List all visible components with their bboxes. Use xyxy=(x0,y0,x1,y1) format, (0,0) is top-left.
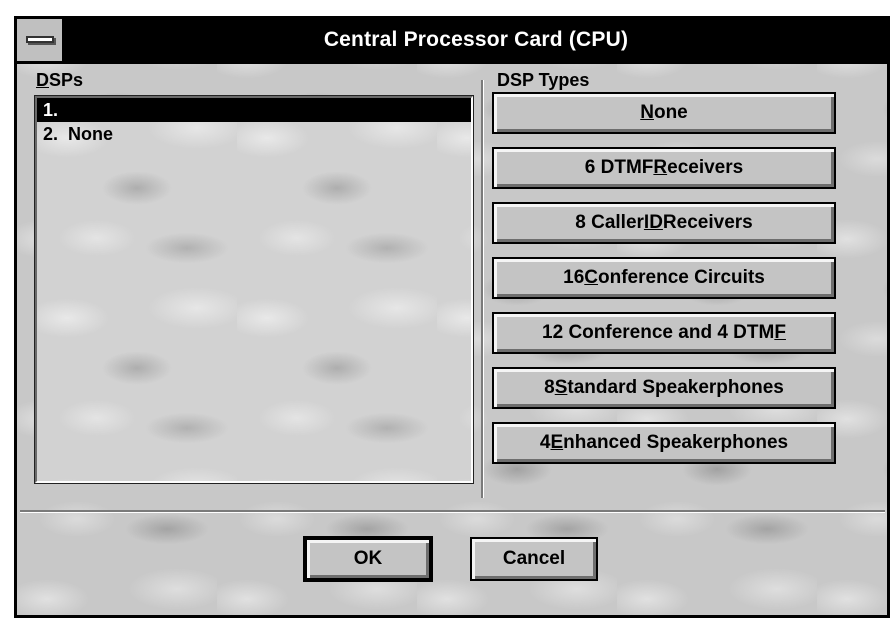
button-text: 6 DTMF xyxy=(584,157,654,178)
button-accel: C xyxy=(584,267,599,288)
button-text: 8 xyxy=(544,377,555,398)
system-menu-icon xyxy=(26,36,54,43)
horizontal-divider xyxy=(20,510,885,513)
system-menu-button[interactable] xyxy=(17,19,65,61)
button-accel: E xyxy=(550,432,564,453)
window-title: Central Processor Card (CPU) xyxy=(323,28,629,51)
title-bar: Central Processor Card (CPU) xyxy=(17,19,887,64)
cancel-button[interactable]: Cancel xyxy=(470,537,598,581)
vertical-divider xyxy=(481,80,484,498)
dsps-label-rest: SPs xyxy=(49,70,84,90)
dsps-label: DSPs xyxy=(36,70,83,91)
dsp-type-conference-dtmf-button[interactable]: 12 Conference and 4 DTM F xyxy=(492,312,836,354)
button-accel: F xyxy=(774,322,786,343)
button-accel: N xyxy=(640,102,654,123)
button-text: 4 xyxy=(539,432,551,453)
dsp-type-conference-circuits-button[interactable]: 16 Conference Circuits xyxy=(492,257,836,299)
dsp-type-none-button[interactable]: None xyxy=(492,92,836,134)
ok-button[interactable]: OK xyxy=(303,536,433,582)
button-text: Receivers xyxy=(662,212,753,233)
dsp-type-dtmf-receivers-button[interactable]: 6 DTMF Receivers xyxy=(492,147,836,189)
button-text: 12 Conference and 4 DTM xyxy=(542,322,775,343)
button-accel: S xyxy=(554,377,568,398)
dsps-label-accel: D xyxy=(36,70,49,90)
dsp-types-label: DSP Types xyxy=(497,70,590,90)
list-item[interactable]: 1. xyxy=(37,98,471,122)
dsps-listbox[interactable]: 1. 2. None xyxy=(34,95,474,484)
dsp-type-enhanced-speakerphones-button[interactable]: 4 Enhanced Speakerphones xyxy=(492,422,836,464)
button-text: 16 xyxy=(563,267,585,288)
button-accel: R xyxy=(653,157,668,178)
button-text: nhanced Speakerphones xyxy=(563,432,789,453)
button-text: 8 Caller xyxy=(575,212,644,233)
button-text: eceivers xyxy=(667,157,744,178)
button-text: onference Circuits xyxy=(598,267,765,288)
button-accel: ID xyxy=(643,212,663,233)
button-text: tandard Speakerphones xyxy=(567,377,784,398)
dsp-type-caller-id-button[interactable]: 8 Caller ID Receivers xyxy=(492,202,836,244)
list-item[interactable]: 2. None xyxy=(37,122,471,146)
dsp-type-standard-speakerphones-button[interactable]: 8 Standard Speakerphones xyxy=(492,367,836,409)
button-text: one xyxy=(653,102,688,123)
